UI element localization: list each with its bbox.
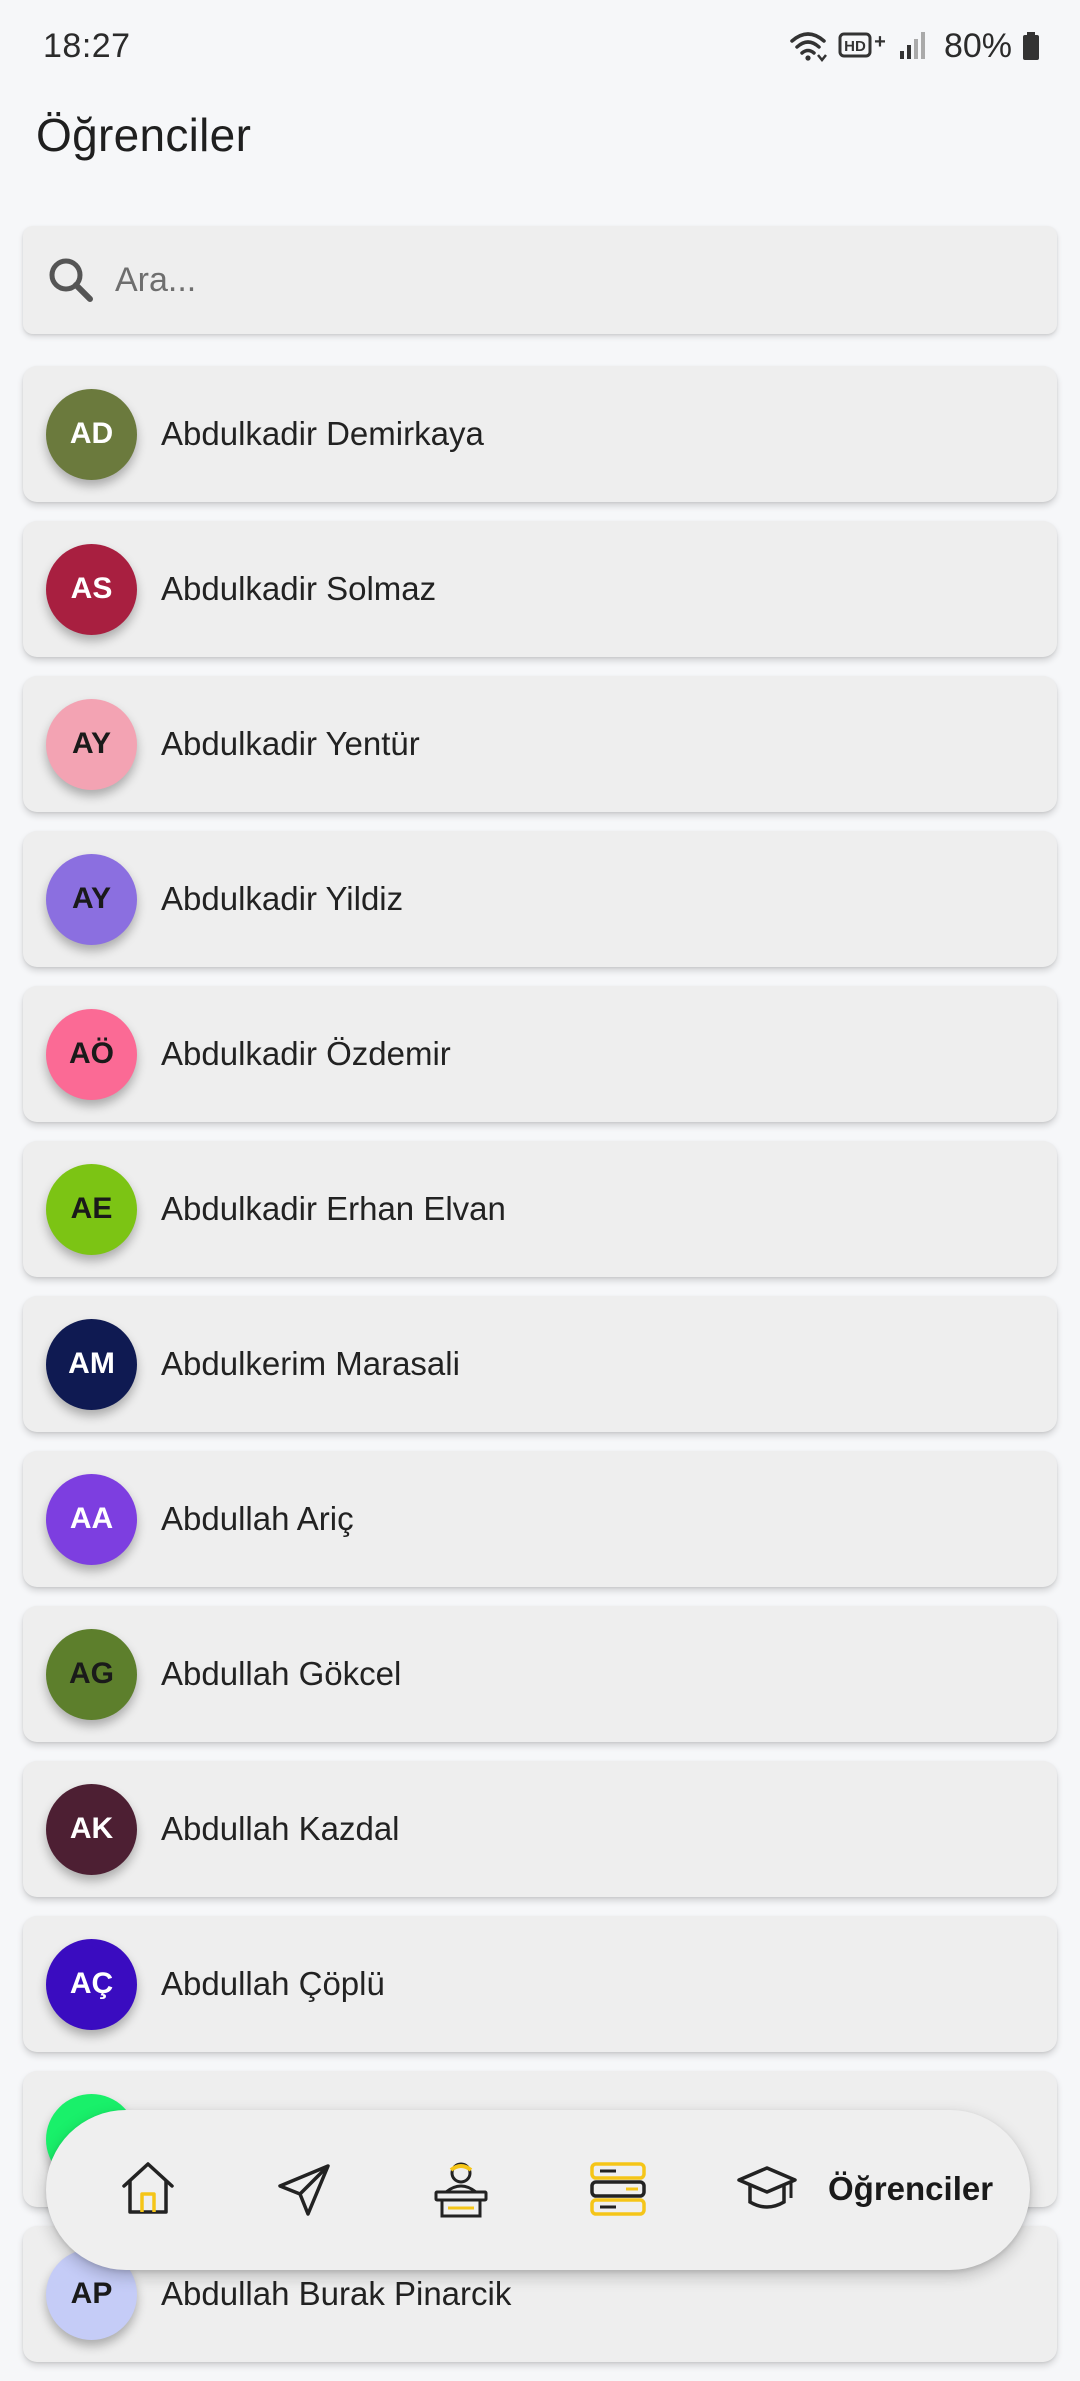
avatar: AY xyxy=(46,698,137,790)
battery-percent: 80% xyxy=(943,26,1012,65)
avatar: AE xyxy=(46,1163,137,1255)
battery-icon xyxy=(1023,32,1039,60)
books-icon xyxy=(590,2162,646,2216)
status-icons: HD + 80% xyxy=(788,27,1040,66)
student-name: Abdullah Burak Pinarcik xyxy=(161,2275,512,2312)
student-name: Abdulkerim Marasali xyxy=(161,1345,460,1382)
student-card[interactable]: AD Abdulkadir Demirkaya xyxy=(23,366,1057,502)
nav-teacher-button[interactable] xyxy=(430,2158,492,2220)
student-card[interactable]: AM Abdulkerim Marasali xyxy=(23,1296,1057,1432)
nav-books-button[interactable] xyxy=(586,2158,650,2220)
bottom-nav: Öğrenciler xyxy=(46,2110,1030,2270)
avatar: AY xyxy=(46,853,137,945)
nav-send-button[interactable] xyxy=(274,2160,334,2220)
student-card[interactable]: AÖ Abdulkadir Özdemir xyxy=(23,986,1057,1122)
search-icon xyxy=(49,258,93,302)
student-name: Abdulkadir Erhan Elvan xyxy=(161,1190,506,1227)
home-icon xyxy=(122,2162,174,2214)
student-list: AD Abdulkadir Demirkaya AS Abdulkadir Solma… xyxy=(23,366,1057,2381)
student-name: Abdulkadir Özdemir xyxy=(161,1035,451,1072)
search-bar[interactable] xyxy=(23,226,1057,334)
student-name: Abdullah Çöplü xyxy=(161,1965,385,2002)
teacher-icon xyxy=(434,2162,488,2218)
student-name: Abdulkadir Yentür xyxy=(161,725,420,762)
student-card[interactable]: AS Abdulkadir Solmaz xyxy=(23,521,1057,657)
student-card[interactable]: AÇ Abdullah Çöplü xyxy=(23,1916,1057,2052)
search-input[interactable] xyxy=(115,260,995,300)
student-card[interactable]: AA Abdullah Ariç xyxy=(23,1451,1057,1587)
avatar: AG xyxy=(46,1628,137,1720)
svg-text:+: + xyxy=(874,31,886,53)
student-name: Abdullah Gökcel xyxy=(161,1655,402,1692)
nav-students-label: Öğrenciler xyxy=(828,2170,994,2207)
student-card[interactable]: AY Abdulkadir Yentür xyxy=(23,676,1057,812)
avatar: AD xyxy=(46,388,137,480)
hd-network-icon: HD + xyxy=(838,31,886,58)
svg-text:HD: HD xyxy=(844,38,866,55)
avatar: AA xyxy=(46,1473,137,1565)
avatar: AS xyxy=(46,543,137,635)
page-title: Öğrenciler xyxy=(36,109,252,161)
avatar: AÇ xyxy=(46,1938,137,2030)
signal-icon xyxy=(899,32,925,59)
student-name: Abdulkadir Demirkaya xyxy=(161,415,484,452)
student-card[interactable]: AE Abdulkadir Erhan Elvan xyxy=(23,1141,1057,1277)
student-name: Abdulkadir Yildiz xyxy=(161,880,404,917)
status-time: 18:27 xyxy=(43,26,131,65)
status-bar: 18:27 HD + 80% xyxy=(0,0,1080,92)
student-name: Abdullah Ariç xyxy=(161,1500,354,1537)
avatar: AK xyxy=(46,1783,137,1875)
wifi-icon xyxy=(790,32,827,63)
student-name: Abdullah Kazdal xyxy=(161,1810,400,1847)
student-card[interactable]: AK Abdullah Kazdal xyxy=(23,1761,1057,1897)
student-card[interactable]: AY Abdulkadir Yildiz xyxy=(23,831,1057,967)
student-card[interactable]: AG Abdullah Gökcel xyxy=(23,1606,1057,1742)
nav-students-button[interactable]: Öğrenciler xyxy=(736,2160,993,2218)
graduation-cap-icon xyxy=(737,2166,797,2209)
avatar: AÖ xyxy=(46,1008,137,1100)
student-name: Abdulkadir Solmaz xyxy=(161,570,437,607)
nav-home-button[interactable] xyxy=(118,2158,178,2218)
avatar: AM xyxy=(46,1318,137,1410)
send-icon xyxy=(278,2164,330,2216)
